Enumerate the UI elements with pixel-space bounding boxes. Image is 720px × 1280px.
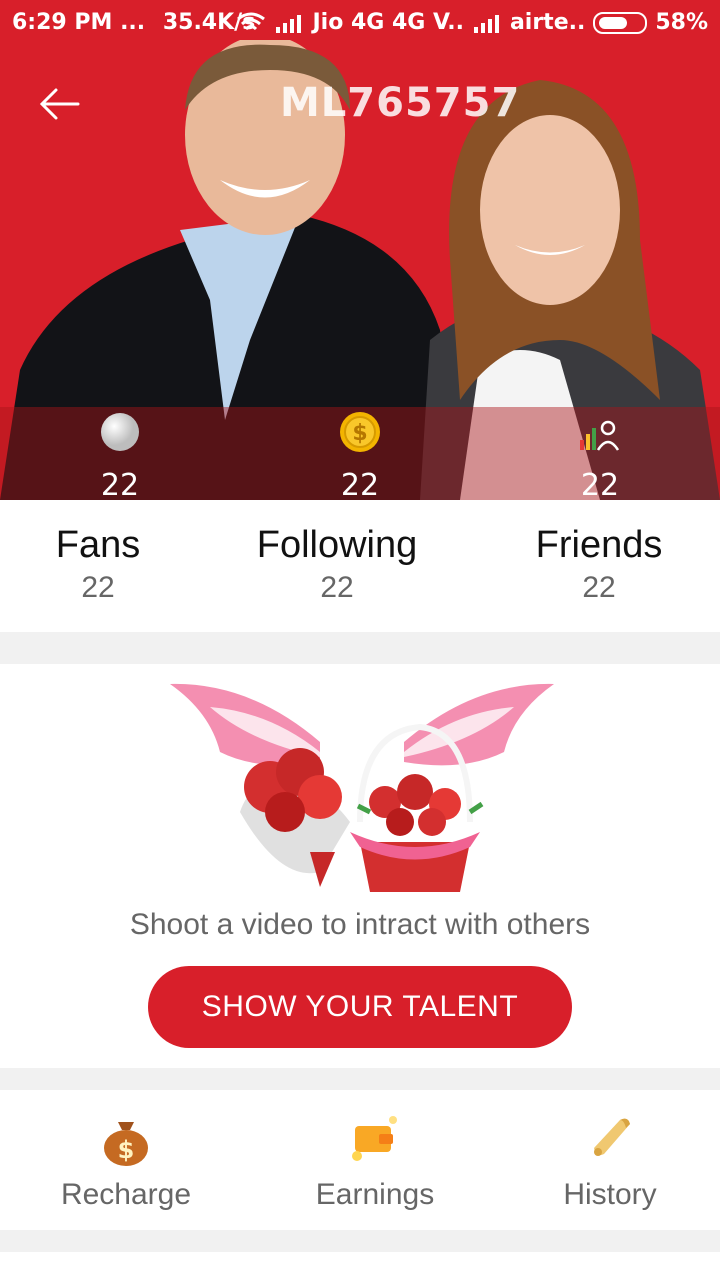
next-section-peek [0,1252,720,1280]
friends-label: Friends [535,524,663,566]
following-label: Following [256,524,418,566]
status-bar: 6:29 PM ... 35.4K/s Jio 4G 4G V.. airte.… [0,0,720,48]
back-arrow-icon[interactable] [38,82,82,126]
stat-pearls[interactable]: 22 [60,410,180,500]
history-label: History [563,1178,657,1211]
money-bag-icon: $ [104,1122,148,1166]
scroll-icon [594,1118,630,1156]
recharge-item[interactable]: $ Recharge [56,1108,196,1212]
level-icon [580,420,620,451]
stat-coins[interactable]: $ 22 [300,410,420,500]
stat-coins-value: 22 [340,468,380,500]
carrier-2: airte.. [509,10,586,35]
battery-icon [593,11,648,34]
friends-count[interactable]: Friends 22 [520,524,678,605]
earnings-label: Earnings [315,1178,435,1211]
carrier-1: Jio 4G 4G V.. [312,10,464,35]
history-item[interactable]: History [540,1108,680,1212]
recharge-label: Recharge [60,1178,192,1211]
profile-id-title: ML765757 [280,80,521,126]
svg-text:$: $ [118,1136,135,1164]
social-counts: Fans 22 Following 22 Friends 22 [0,500,720,632]
flower-basket-illustration [170,683,554,892]
show-talent-button[interactable]: SHOW YOUR TALENT [148,966,572,1048]
stat-pearls-value: 22 [100,468,140,500]
following-value: 22 [320,571,354,604]
wifi-icon [237,12,266,30]
fans-value: 22 [81,571,115,604]
following-count[interactable]: Following 22 [237,524,437,605]
status-time: 6:29 PM [12,10,113,35]
status-dots: ... [120,10,146,35]
pearl-icon [101,413,139,451]
coin-icon: $ [340,412,380,452]
signal-icon [276,14,302,33]
wallet-icon [352,1116,397,1161]
friends-value: 22 [582,571,616,604]
svg-text:$: $ [352,421,367,446]
fans-count[interactable]: Fans 22 [38,524,158,605]
stat-level-value: 22 [580,468,620,500]
talent-promo-card: Shoot a video to intract with others SHO… [0,664,720,1068]
stat-level[interactable]: 22 [540,410,660,500]
fans-label: Fans [55,524,141,566]
profile-header: 6:29 PM ... 35.4K/s Jio 4G 4G V.. airte.… [0,0,720,500]
signal-icon-2 [473,14,499,33]
wallet-actions: $ Recharge Earnings History [0,1090,720,1230]
earnings-item[interactable]: Earnings [305,1108,445,1212]
battery-level: 58% [655,10,708,35]
promo-message: Shoot a video to intract with others [129,908,591,941]
